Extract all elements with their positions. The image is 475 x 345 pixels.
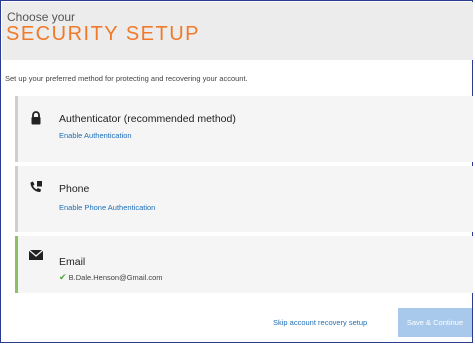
- save-continue-button[interactable]: Save & Continue: [398, 308, 472, 337]
- enable-phone-authentication-link[interactable]: Enable Phone Authentication: [59, 203, 155, 212]
- method-authenticator: Authenticator (recommended method) Enabl…: [15, 96, 473, 162]
- skip-recovery-link[interactable]: Skip account recovery setup: [273, 318, 367, 327]
- email-address: B.Dale.Henson@Gmail.com: [68, 273, 163, 282]
- page-title: SECURITY SETUP: [6, 23, 200, 45]
- method-email: Email ✔ B.Dale.Henson@Gmail.com: [15, 236, 473, 293]
- phone-icon: [28, 179, 44, 195]
- security-setup-panel: Choose your SECURITY SETUP Set up your p…: [0, 0, 473, 343]
- envelope-icon: [28, 247, 44, 263]
- lock-icon: [28, 110, 44, 126]
- method-title: Phone: [59, 183, 90, 195]
- checkmark-icon: ✔: [59, 272, 67, 282]
- header-subtitle: Choose your: [7, 10, 76, 24]
- enable-authentication-link[interactable]: Enable Authentication: [59, 131, 132, 140]
- method-phone: Phone Enable Phone Authentication: [15, 166, 473, 232]
- method-title: Email: [59, 256, 86, 268]
- header: Choose your SECURITY SETUP: [2, 2, 473, 60]
- intro-text: Set up your preferred method for protect…: [5, 74, 248, 83]
- email-status: ✔ B.Dale.Henson@Gmail.com: [59, 272, 163, 283]
- method-title: Authenticator (recommended method): [59, 113, 236, 125]
